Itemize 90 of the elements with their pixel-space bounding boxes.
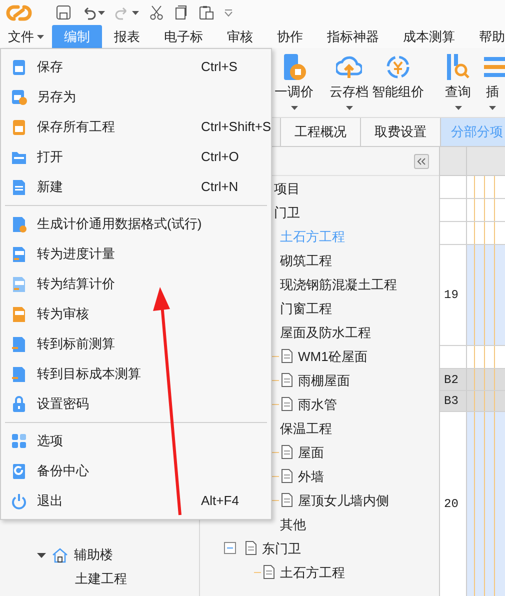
document-icon [281, 445, 293, 459]
customize-caret-icon[interactable] [224, 8, 233, 16]
tree-item[interactable]: 屋面 [298, 443, 324, 462]
caret-icon [489, 106, 496, 110]
toolbar-button[interactable]: 查询 [440, 52, 476, 110]
menu-item[interactable]: 转为进度计量 [5, 239, 267, 269]
tree-item[interactable]: 砌筑工程 [280, 251, 332, 270]
document-icon [11, 336, 27, 352]
menu-tab[interactable]: 帮助 [467, 25, 505, 48]
toolbar-button[interactable]: 云存档 [328, 52, 370, 110]
double-chevron-left-icon [417, 158, 426, 164]
file-icon [11, 276, 27, 292]
app-logo-icon [6, 4, 32, 20]
tree-item[interactable]: 项目 [274, 179, 300, 198]
menu-item[interactable]: 另存为 [5, 82, 267, 112]
row-number: B2 [444, 372, 458, 388]
tree-item[interactable]: 土建工程 [75, 569, 127, 589]
menu-item[interactable]: 生成计价通用数据格式(试行) [5, 209, 267, 239]
tree-item[interactable]: 雨水管 [298, 395, 337, 414]
row-number: B3 [444, 393, 458, 410]
tree-item[interactable]: WM1砼屋面 [298, 347, 368, 366]
copy-icon[interactable] [174, 5, 189, 20]
document-icon [281, 349, 293, 363]
tree-item[interactable]: 现浇钢筋混凝土工程 [280, 275, 397, 294]
caret-icon [37, 34, 44, 38]
tree-item[interactable]: 屋面及防水工程 [280, 323, 371, 342]
row-number: 19 [444, 287, 458, 304]
caret-icon [454, 106, 462, 110]
tree-item[interactable]: 辅助楼 [74, 545, 113, 565]
expand-caret-icon[interactable] [37, 550, 46, 560]
row-number: 20 [444, 496, 458, 513]
menu-item[interactable]: 设置密码 [5, 389, 267, 419]
settings-icon [11, 432, 27, 450]
menu-item[interactable]: 退出 Alt+F4 [5, 486, 267, 516]
price-adjust-icon [281, 52, 307, 82]
tree-item[interactable]: 屋顶女儿墙内侧 [298, 491, 389, 510]
menu-tab[interactable]: 电子标 [152, 25, 215, 48]
document-icon [281, 493, 293, 507]
tree-item[interactable]: 土石方工程 [280, 563, 345, 582]
menu-item[interactable]: 转为审核 [5, 299, 267, 329]
menu-item[interactable]: 转为结算计价 [5, 269, 267, 299]
tree-item[interactable]: 东门卫 [262, 539, 301, 558]
document-icon [281, 397, 293, 411]
tab[interactable]: 工程概况 [280, 118, 360, 146]
caret-icon [290, 106, 298, 110]
save-icon[interactable] [56, 5, 71, 20]
toolbar-button[interactable]: 插 [480, 52, 505, 110]
menu-item[interactable]: 备份中心 [5, 456, 267, 486]
document-icon [263, 565, 275, 579]
menu-item[interactable]: 转到目标成本测算 [5, 359, 267, 389]
tree-item[interactable]: 其他 [280, 515, 306, 534]
caret-icon [98, 10, 105, 14]
menu-item[interactable]: 新建 Ctrl+N [5, 172, 267, 202]
menu-tab[interactable]: 报表 [102, 25, 152, 48]
tree-item[interactable]: 保温工程 [280, 419, 332, 438]
power-icon [11, 492, 27, 510]
house-icon [52, 548, 68, 562]
menu-tab[interactable]: 文件 [0, 25, 47, 48]
tab[interactable]: 取费设置 [360, 118, 440, 146]
lock-icon [11, 396, 27, 412]
file-icon [11, 306, 27, 322]
menu-item[interactable]: 转到标前测算 [5, 329, 267, 359]
tree-item[interactable]: 门卫 [274, 203, 300, 222]
tree-item[interactable]: 外墙 [298, 467, 324, 486]
collapse-box-icon[interactable] [224, 542, 236, 554]
menu-tab[interactable]: 审核 [215, 25, 265, 48]
backup-icon [11, 462, 27, 480]
menu-tab[interactable]: 成本测算 [391, 25, 467, 48]
file-icon [11, 246, 27, 262]
menu-tab[interactable]: 指标神器 [315, 25, 391, 48]
document-icon [11, 216, 27, 232]
caret-icon [346, 106, 352, 110]
toolbar-button[interactable]: 一调价 [270, 52, 318, 110]
toolbar-button[interactable]: 智能组价 [372, 52, 424, 102]
menu-item[interactable]: 打开 Ctrl+O [5, 142, 267, 172]
caret-icon [132, 10, 139, 14]
cut-icon[interactable] [149, 5, 164, 20]
document-icon [245, 541, 257, 555]
menu-item[interactable]: 保存 Ctrl+S [5, 52, 267, 82]
document-icon [11, 366, 27, 382]
document-icon [281, 469, 293, 483]
tree-item[interactable]: 门窗工程 [280, 299, 332, 318]
menu-tab[interactable]: 协作 [265, 25, 315, 48]
document-icon [11, 178, 27, 196]
search-icon [445, 52, 471, 82]
collapse-panel-button[interactable] [414, 154, 429, 168]
document-icon [281, 373, 293, 387]
menu-item[interactable]: 选项 [5, 426, 267, 456]
paste-icon[interactable] [199, 5, 214, 20]
tree-item[interactable]: 雨棚屋面 [298, 371, 350, 390]
